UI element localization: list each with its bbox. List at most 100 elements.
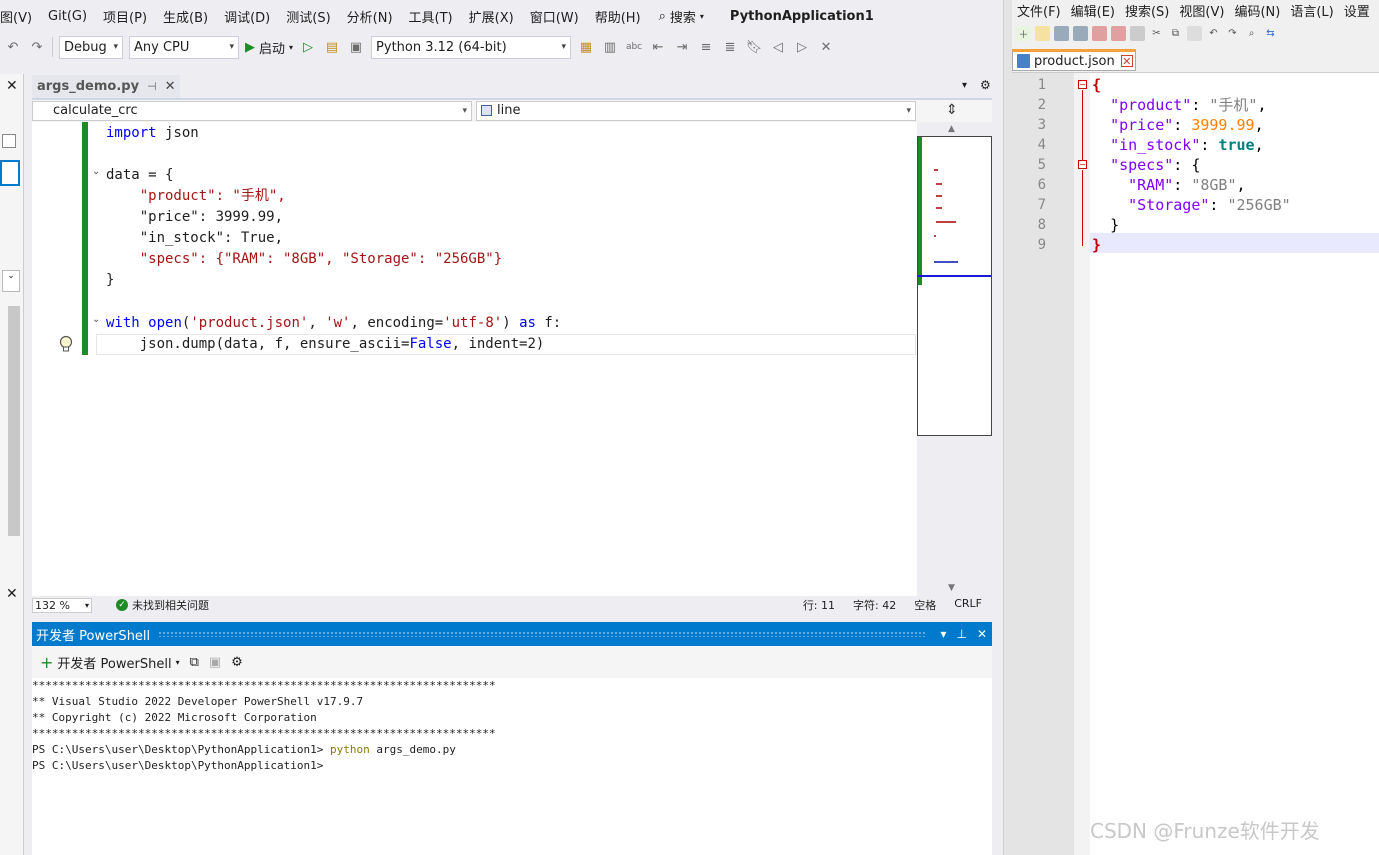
- string: 'utf-8': [443, 315, 503, 331]
- copy-icon[interactable]: ⧉: [1168, 26, 1183, 41]
- open-file-icon[interactable]: [1035, 25, 1050, 41]
- paste-icon[interactable]: [1187, 25, 1202, 41]
- cut-icon[interactable]: ✂: [1149, 26, 1164, 41]
- window-layout-icon[interactable]: ▣: [347, 38, 365, 56]
- outdent-icon[interactable]: ⇥: [673, 38, 691, 56]
- next-bookmark-icon[interactable]: ▷: [793, 38, 811, 56]
- package-icon[interactable]: ▦: [577, 38, 595, 56]
- menu-test[interactable]: 测试(S): [278, 7, 338, 26]
- chevron-down-icon[interactable]: ⌄: [2, 270, 20, 292]
- start-without-debug-icon[interactable]: ▷: [299, 38, 317, 56]
- fold-icon[interactable]: ⌄: [92, 166, 100, 177]
- editor-gutter: [32, 122, 86, 596]
- replace-icon[interactable]: ⇆: [1263, 26, 1278, 41]
- pin-icon[interactable]: ⊥: [956, 627, 966, 641]
- comment-icon[interactable]: ≡: [697, 38, 715, 56]
- print-icon[interactable]: [1130, 25, 1145, 41]
- close-icon[interactable]: ✕: [1120, 55, 1133, 68]
- platform-select[interactable]: Any CPU ▾: [129, 35, 239, 59]
- close-icon[interactable]: ✕: [977, 627, 987, 641]
- copy-icon[interactable]: ⧉: [190, 655, 199, 670]
- menu-encoding[interactable]: 编码(N): [1229, 1, 1285, 20]
- zoom-select[interactable]: 132 % ▾: [32, 597, 92, 613]
- scroll-down-icon[interactable]: ▼: [948, 583, 955, 593]
- vs-menubar: 图(V) Git(G) 项目(P) 生成(B) 调试(D) 测试(S) 分析(N…: [0, 0, 1003, 32]
- menu-build[interactable]: 生成(B): [155, 7, 216, 26]
- gear-icon[interactable]: ⚙: [980, 78, 991, 92]
- minimap[interactable]: [917, 136, 992, 436]
- chevron-down-icon[interactable]: ▾: [940, 627, 946, 641]
- layout-icon[interactable]: ▥: [601, 38, 619, 56]
- lightbulb-icon[interactable]: [58, 335, 74, 353]
- start-button[interactable]: ▶ 启动 ▾: [245, 38, 293, 57]
- line-ending[interactable]: CRLF: [954, 597, 982, 613]
- window-icon-active[interactable]: [0, 160, 20, 186]
- scrollbar[interactable]: [8, 306, 20, 536]
- undo-icon[interactable]: ↶: [4, 38, 22, 56]
- vs-search-box[interactable]: ⌕ 搜索 ▾: [659, 7, 704, 26]
- window-icon[interactable]: [2, 134, 16, 148]
- menu-settings[interactable]: 设置: [1339, 1, 1375, 20]
- folder-icon[interactable]: ▤: [323, 38, 341, 56]
- chevron-down-icon: ▾: [906, 106, 911, 116]
- undo-icon[interactable]: ↶: [1206, 26, 1221, 41]
- menu-tools[interactable]: 工具(T): [401, 7, 461, 26]
- menu-language[interactable]: 语言(L): [1285, 1, 1338, 20]
- close-icon[interactable]: ✕: [165, 79, 176, 94]
- whitespace-mode[interactable]: 空格: [914, 597, 936, 613]
- issues-indicator[interactable]: ✓ 未找到相关问题: [116, 597, 209, 613]
- indent-icon[interactable]: ⇤: [649, 38, 667, 56]
- code-editor[interactable]: import json ⌄ data = { "product": "手机", …: [32, 122, 917, 596]
- new-terminal-button[interactable]: + 开发者 PowerShell ▾: [40, 653, 180, 672]
- fold-icon[interactable]: −: [1078, 160, 1087, 169]
- redo-icon[interactable]: ↷: [28, 38, 46, 56]
- save-all-icon[interactable]: [1073, 25, 1088, 41]
- config-select[interactable]: Debug ▾: [59, 35, 123, 59]
- npp-tab[interactable]: product.json ✕: [1012, 49, 1136, 71]
- new-file-icon[interactable]: ＋: [1016, 25, 1031, 41]
- prev-bookmark-icon[interactable]: ◁: [769, 38, 787, 56]
- save-icon[interactable]: [1054, 25, 1069, 41]
- find-icon[interactable]: ⌕: [1244, 26, 1259, 41]
- menu-analyze[interactable]: 分析(N): [339, 7, 401, 26]
- menu-edit[interactable]: 编辑(E): [1066, 1, 1120, 20]
- menu-git[interactable]: Git(G): [40, 9, 95, 24]
- menu-extensions[interactable]: 扩展(X): [461, 7, 522, 26]
- paste-icon[interactable]: ▣: [209, 655, 221, 670]
- close-icon[interactable]: ✕: [6, 586, 18, 602]
- menu-window[interactable]: 窗口(W): [522, 7, 587, 26]
- split-editor-icon[interactable]: ⇕: [946, 102, 958, 118]
- chevron-down-icon[interactable]: ▾: [962, 80, 967, 91]
- fold-icon[interactable]: −: [1078, 80, 1087, 89]
- gear-icon[interactable]: ⚙: [231, 655, 243, 670]
- uncomment-icon[interactable]: ≣: [721, 38, 739, 56]
- redo-icon[interactable]: ↷: [1225, 26, 1240, 41]
- close-all-icon[interactable]: [1111, 25, 1126, 41]
- close-icon[interactable]: ✕: [6, 78, 18, 94]
- menu-search[interactable]: 搜索(S): [1120, 1, 1174, 20]
- clear-bookmarks-icon[interactable]: ✕: [817, 38, 835, 56]
- close-file-icon[interactable]: [1092, 25, 1107, 41]
- pin-icon[interactable]: ⊣: [147, 80, 157, 93]
- json-line-1: {: [1092, 75, 1101, 95]
- scope-dropdown[interactable]: calculate_crc ▾: [32, 101, 472, 121]
- menu-view[interactable]: 视图(V): [1174, 1, 1229, 20]
- bookmark-icon[interactable]: 🔖︎: [745, 38, 763, 56]
- terminal-output[interactable]: ****************************************…: [32, 678, 992, 855]
- menu-help[interactable]: 帮助(H): [587, 7, 649, 26]
- scroll-up-icon[interactable]: ▲: [948, 124, 955, 134]
- window-splitter[interactable]: [1003, 0, 1012, 855]
- menu-debug[interactable]: 调试(D): [216, 7, 278, 26]
- menu-file[interactable]: 文件(F): [1012, 1, 1066, 20]
- string: 'w': [325, 315, 351, 331]
- editor-tab[interactable]: args_demo.py ⊣ ✕: [32, 75, 180, 98]
- member-dropdown[interactable]: line ▾: [476, 101, 916, 121]
- menu-project[interactable]: 项目(P): [95, 7, 155, 26]
- code-text: , encoding=: [350, 315, 444, 331]
- fold-icon[interactable]: ⌄: [92, 314, 100, 325]
- python-env-select[interactable]: Python 3.12 (64-bit) ▾: [371, 35, 572, 59]
- npp-editor[interactable]: 1 2 3 4 5 6 7 8 9 − − { "product": "手机",…: [1012, 72, 1379, 855]
- chevron-down-icon: ▾: [289, 42, 294, 52]
- menu-view[interactable]: 图(V): [0, 7, 40, 26]
- spellcheck-icon[interactable]: abc: [625, 38, 643, 56]
